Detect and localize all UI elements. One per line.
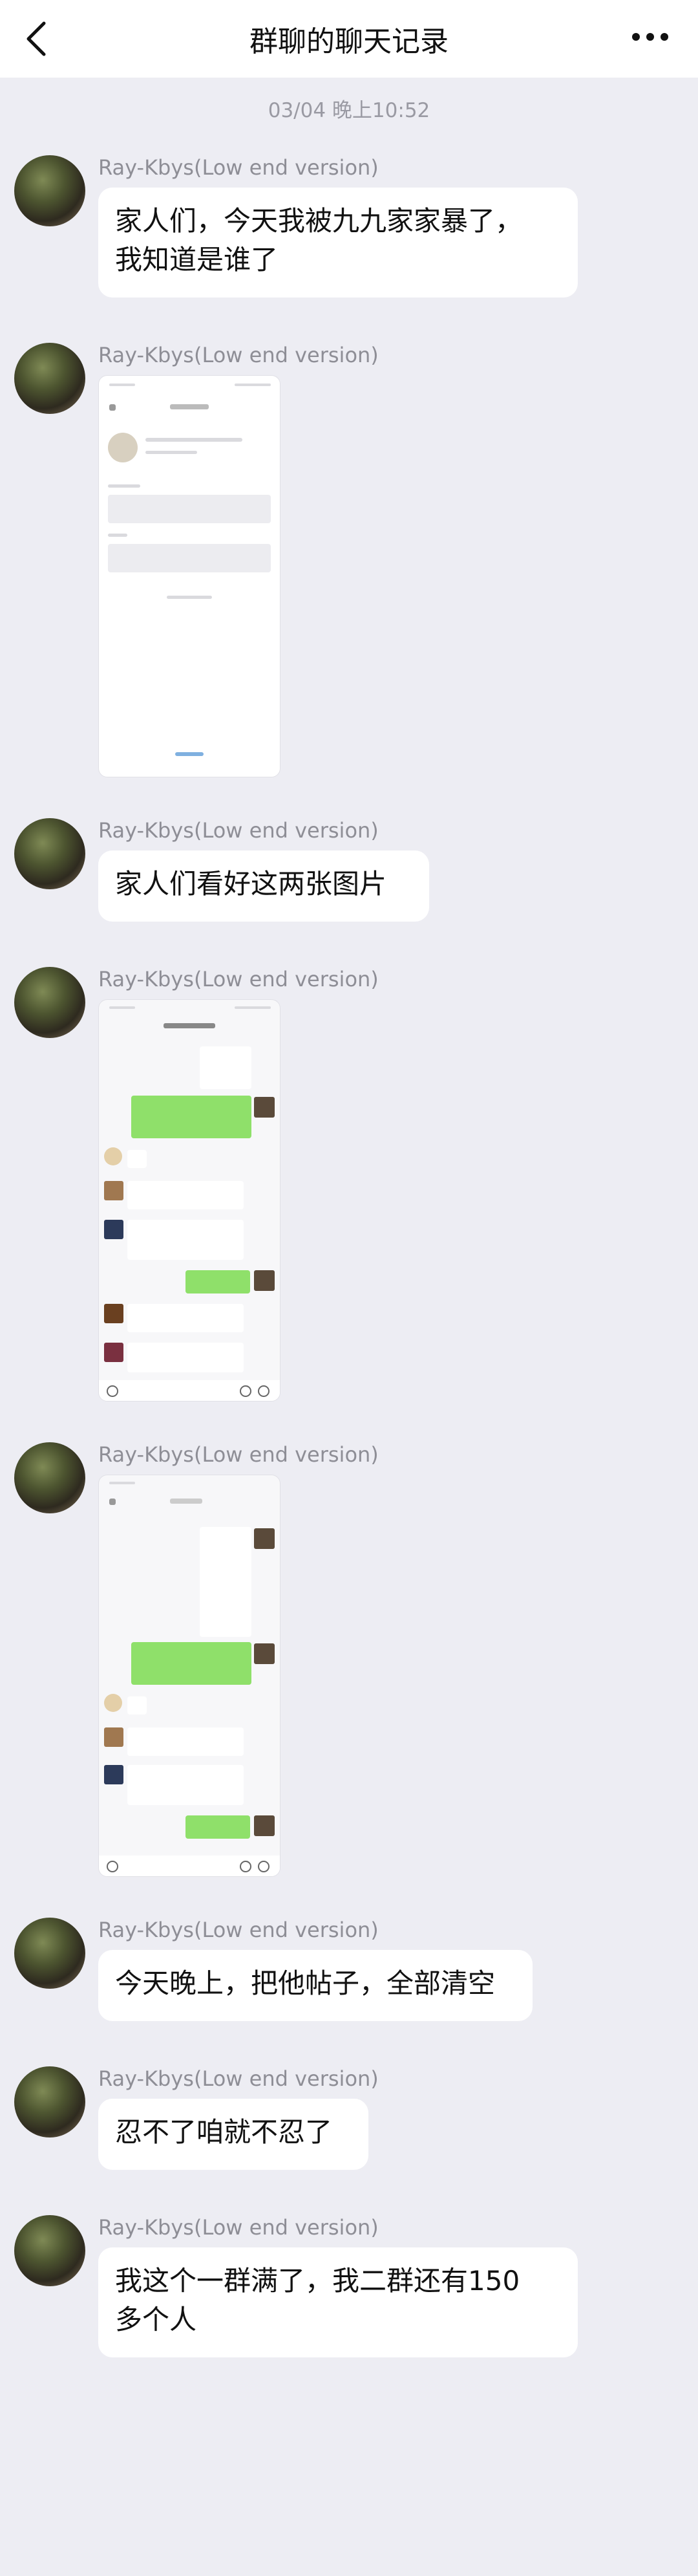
- page-title: 群聊的聊天记录: [249, 25, 449, 58]
- message-line: 忍不了咱就不忍了: [115, 2116, 333, 2148]
- avatar[interactable]: [14, 1918, 85, 1989]
- text-bubble[interactable]: 忍不了咱就不忍了: [98, 2099, 368, 2170]
- message-line: 家人们，今天我被九九家家暴了，: [115, 205, 523, 237]
- avatar[interactable]: [14, 967, 85, 1038]
- image-message[interactable]: [98, 999, 280, 1402]
- message-line: 我这个一群满了，我二群还有150: [115, 2265, 520, 2297]
- avatar[interactable]: [14, 2066, 85, 2138]
- chat-timestamp: 03/04 晚上10:52: [268, 99, 430, 122]
- text-bubble[interactable]: 我这个一群满了，我二群还有150 多个人: [98, 2247, 578, 2357]
- sender-name: Ray-Kbys(Low end version): [98, 2215, 379, 2240]
- text-bubble[interactable]: 家人们，今天我被九九家家暴了， 我知道是谁了: [98, 188, 578, 298]
- image-message[interactable]: [98, 375, 280, 777]
- text-bubble[interactable]: 今天晚上，把他帖子，全部清空: [98, 1950, 533, 2021]
- sender-name: Ray-Kbys(Low end version): [98, 2066, 379, 2091]
- image-message[interactable]: [98, 1475, 280, 1877]
- sender-name: Ray-Kbys(Low end version): [98, 1918, 379, 1942]
- message-line: 家人们看好这两张图片: [115, 868, 387, 900]
- avatar[interactable]: [14, 343, 85, 414]
- sender-name: Ray-Kbys(Low end version): [98, 967, 379, 991]
- back-icon[interactable]: [23, 19, 49, 58]
- sender-name: Ray-Kbys(Low end version): [98, 155, 379, 180]
- avatar[interactable]: [14, 155, 85, 226]
- avatar[interactable]: [14, 818, 85, 889]
- avatar[interactable]: [14, 1442, 85, 1513]
- message-line: 多个人: [115, 2304, 197, 2335]
- message-line: 我知道是谁了: [115, 244, 279, 276]
- sender-name: Ray-Kbys(Low end version): [98, 818, 379, 843]
- avatar[interactable]: [14, 2215, 85, 2286]
- text-bubble[interactable]: 家人们看好这两张图片: [98, 850, 429, 922]
- top-bar: 群聊的聊天记录: [0, 0, 698, 78]
- sender-name: Ray-Kbys(Low end version): [98, 1442, 379, 1467]
- more-icon[interactable]: [631, 27, 670, 47]
- sender-name: Ray-Kbys(Low end version): [98, 343, 379, 367]
- message-line: 今天晚上，把他帖子，全部清空: [115, 1967, 496, 1999]
